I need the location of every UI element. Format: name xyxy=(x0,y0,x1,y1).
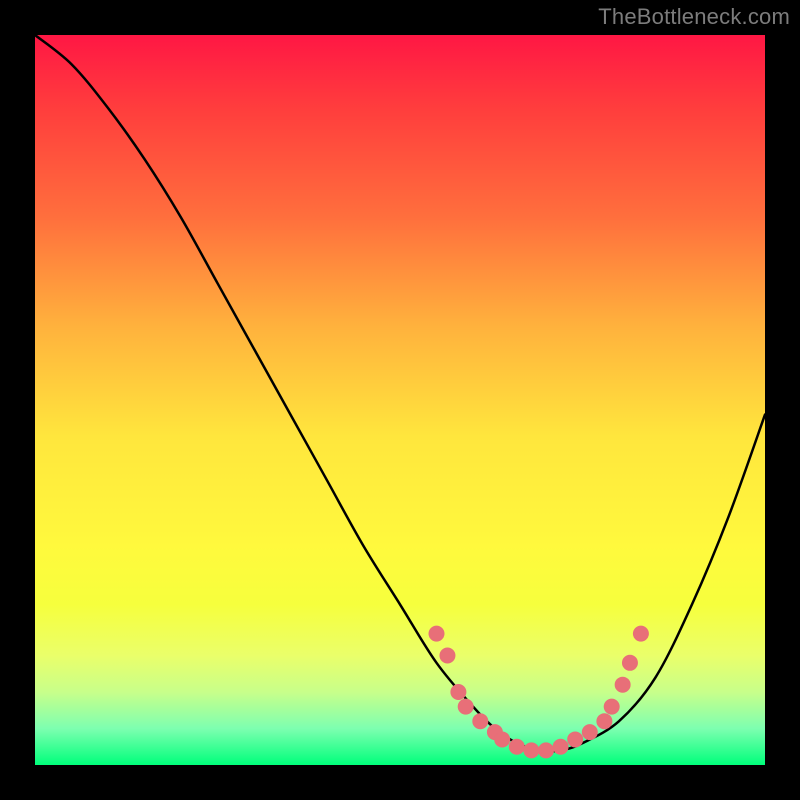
chart-frame: TheBottleneck.com xyxy=(0,0,800,800)
curve-marker xyxy=(615,677,630,692)
curve-marker xyxy=(597,714,612,729)
curve-marker xyxy=(553,739,568,754)
curve-marker xyxy=(440,648,455,663)
curve-marker xyxy=(451,685,466,700)
curve-marker xyxy=(604,699,619,714)
bottleneck-curve xyxy=(35,35,765,751)
curve-marker xyxy=(568,732,583,747)
curve-marker xyxy=(539,743,554,758)
curve-marker xyxy=(582,725,597,740)
curve-markers xyxy=(429,626,648,758)
watermark-text: TheBottleneck.com xyxy=(598,4,790,30)
curve-marker xyxy=(633,626,648,641)
curve-marker xyxy=(473,714,488,729)
plot-area xyxy=(35,35,765,765)
curve-marker xyxy=(429,626,444,641)
curve-marker xyxy=(509,739,524,754)
chart-svg xyxy=(35,35,765,765)
curve-marker xyxy=(622,655,637,670)
curve-marker xyxy=(458,699,473,714)
curve-marker xyxy=(524,743,539,758)
curve-marker xyxy=(495,732,510,747)
